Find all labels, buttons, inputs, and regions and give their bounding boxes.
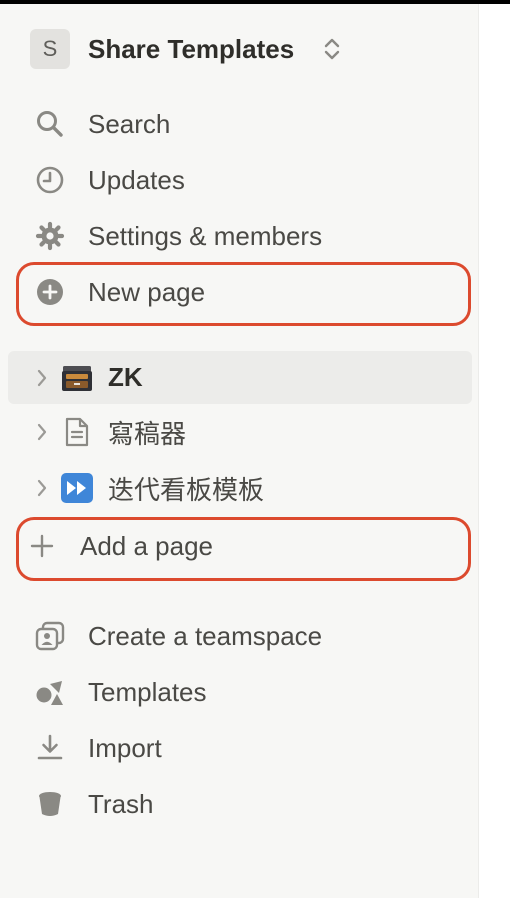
highlight-add-page (16, 517, 471, 581)
page-item-writer[interactable]: 寫稿器 (8, 407, 472, 457)
gear-icon (34, 220, 66, 252)
shapes-icon (34, 676, 66, 708)
create-teamspace-button[interactable]: Create a teamspace (8, 611, 472, 661)
import-label: Import (88, 732, 162, 763)
chevron-right-icon (34, 416, 50, 448)
nav-search-label: Search (88, 108, 171, 139)
search-icon (34, 108, 66, 140)
nav-updates[interactable]: Updates (8, 155, 472, 205)
page-label-writer: 寫稿器 (108, 418, 187, 449)
page-label-zk: ZK (108, 362, 143, 392)
teamspace-icon (34, 620, 66, 652)
chevron-right-icon (34, 362, 50, 394)
download-icon (34, 732, 66, 764)
chevron-right-icon (34, 472, 50, 504)
page-item-iteration-board[interactable]: 迭代看板模板 (8, 463, 472, 513)
nav-settings-label: Settings & members (88, 220, 323, 251)
templates-label: Templates (88, 676, 207, 707)
chevron-up-down-icon (320, 33, 344, 65)
import-button[interactable]: Import (8, 723, 472, 773)
trash-button[interactable]: Trash (8, 779, 472, 829)
trash-label: Trash (88, 788, 154, 819)
highlight-new-page (16, 262, 471, 326)
templates-button[interactable]: Templates (8, 667, 472, 717)
nav-settings[interactable]: Settings & members (8, 211, 472, 261)
page-label-iteration-board: 迭代看板模板 (108, 474, 265, 505)
clock-icon (34, 164, 66, 196)
nav-updates-label: Updates (88, 164, 185, 195)
trash-icon (34, 788, 66, 820)
nav-search[interactable]: Search (8, 99, 472, 149)
file-cabinet-icon (60, 361, 94, 395)
document-icon (60, 415, 94, 449)
workspace-initial: S (42, 36, 58, 61)
create-teamspace-label: Create a teamspace (88, 620, 323, 651)
workspace-name: Share Templates (88, 33, 295, 64)
workspace-avatar: S (30, 29, 70, 69)
sidebar: S Share Templates Search Updates Setting… (0, 4, 479, 898)
page-item-zk[interactable]: ZK (8, 351, 472, 404)
workspace-switcher[interactable]: S Share Templates (8, 24, 472, 74)
fast-forward-icon (60, 471, 94, 505)
